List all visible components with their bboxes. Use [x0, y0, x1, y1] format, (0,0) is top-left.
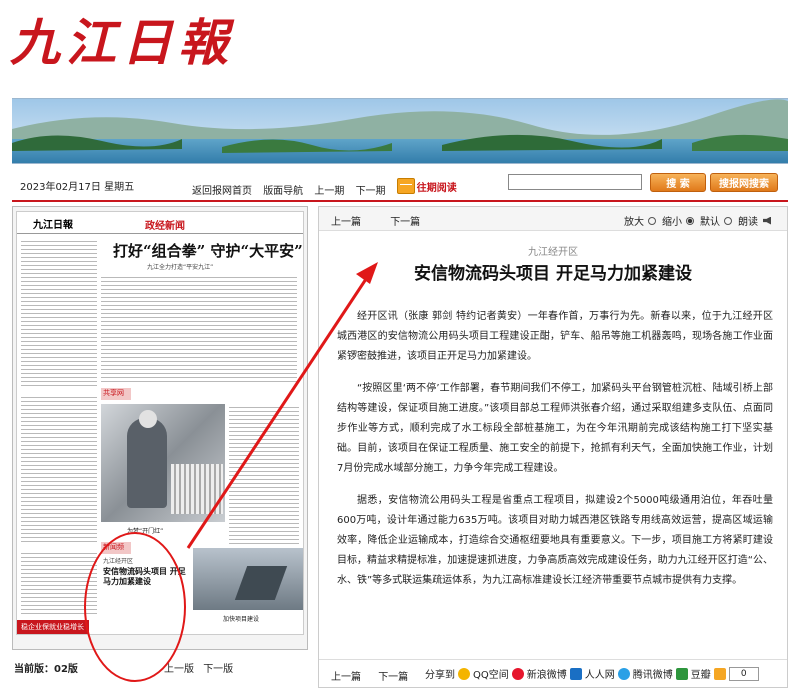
thumb-header: 九江日報 政经新闻	[17, 212, 303, 234]
prev-article-link[interactable]: 上一篇	[331, 217, 361, 228]
thumb-text-block[interactable]	[101, 274, 297, 382]
renren-icon[interactable]	[569, 667, 582, 680]
share-more-icon[interactable]	[713, 667, 726, 680]
article-panel: 上一篇 下一篇 放大 缩小 默认 朗读 九江经开区 安信物流码头项目 开足马力加…	[318, 206, 788, 688]
share-label: 分享到	[425, 670, 455, 681]
divider	[12, 200, 788, 202]
search-input[interactable]	[508, 174, 642, 190]
issue-date: 2023年02月17日 星期五	[20, 182, 135, 193]
default-size-label[interactable]: 默认	[700, 213, 720, 228]
article-paragraph: 据悉，安信物流公用码头工程是省重点工程项目，拟建设2个5000吨级通用泊位，年吞…	[337, 495, 773, 586]
past-reading-button[interactable]: 往期阅读	[396, 178, 457, 194]
share-renren[interactable]: 人人网	[585, 666, 615, 681]
current-page-indicator: 当前版：02版	[14, 660, 78, 675]
default-size-radio[interactable]	[724, 216, 732, 225]
prev-issue-link[interactable]: 上一期	[314, 186, 344, 197]
zoom-out-radio[interactable]	[686, 216, 694, 225]
home-link[interactable]: 返回报网首页	[192, 186, 252, 197]
share-count: 0	[728, 666, 759, 681]
layout-nav-link[interactable]: 版面导航	[263, 186, 303, 197]
banner-landscape-image	[12, 98, 788, 164]
zoom-in-label[interactable]: 放大	[624, 213, 644, 228]
article-footer: 上一篇 下一篇 分享到 QQ空间 新浪微博 人人网 腾讯微博 豆瓣 0	[319, 659, 787, 687]
calendar-icon	[396, 178, 415, 194]
share-bar: 分享到 QQ空间 新浪微博 人人网 腾讯微博 豆瓣 0	[425, 666, 759, 681]
tencent-weibo-icon[interactable]	[617, 667, 630, 680]
past-reading-label: 往期阅读	[416, 182, 457, 194]
crane-structure	[234, 566, 288, 600]
qzone-icon[interactable]	[458, 667, 470, 680]
page-nav: 上一版 下一版	[164, 660, 239, 675]
top-nav-links: 返回报网首页 版面导航 上一期 下一期 往期阅读	[192, 178, 465, 197]
prev-page-link[interactable]: 上一版	[164, 664, 194, 675]
thumb-text-block[interactable]	[21, 238, 97, 388]
read-aloud-label[interactable]: 朗读	[738, 213, 758, 228]
footer-article-nav: 上一篇 下一篇	[331, 668, 422, 683]
thumb-photo2-caption: 加快项目建设	[223, 616, 260, 623]
next-page-link[interactable]: 下一版	[203, 664, 233, 675]
thumb-photo-construction[interactable]	[193, 548, 303, 610]
article-headline: 安信物流码头项目 开足马力加紧建设	[414, 264, 692, 284]
article-nav: 上一篇 下一篇	[331, 213, 446, 228]
fiber-spools	[171, 464, 223, 514]
net-search-button[interactable]: 搜报网搜索	[710, 173, 778, 192]
thumb-text-block[interactable]	[229, 404, 299, 544]
thumb-section-title: 政经新闻	[145, 221, 185, 232]
speaker-icon[interactable]	[763, 216, 771, 225]
article-paragraph: “按照区里‘两不停’工作部署，春节期间我们不停工，加紧码头平台钢管桩沉桩、陆域引…	[337, 383, 773, 474]
thumb-text-block[interactable]	[21, 394, 97, 544]
thumb-paper-name: 九江日報	[33, 220, 73, 231]
zoom-in-radio[interactable]	[648, 216, 656, 225]
masthead: 九江日報	[10, 8, 310, 78]
thumb-photo-worker[interactable]	[101, 404, 225, 522]
article-toolbar: 上一篇 下一篇 放大 缩小 默认 朗读	[319, 207, 787, 231]
zoom-out-label[interactable]: 缩小	[662, 213, 682, 228]
share-weibo[interactable]: 新浪微博	[527, 666, 567, 681]
thumb-headline[interactable]: 打好“组合拳” 守护“大平安”	[113, 240, 303, 261]
current-page-value: 02版	[54, 664, 78, 675]
newspaper-logo: 九江日報	[10, 13, 234, 72]
next-issue-link[interactable]: 下一期	[356, 186, 386, 197]
worker-figure	[127, 418, 167, 508]
next-article-link[interactable]: 下一篇	[390, 217, 420, 228]
thumb-subheadline: 九江全力打造“平安九江”	[147, 264, 214, 271]
zoom-tools: 放大 缩小 默认 朗读	[624, 213, 773, 228]
worker-head	[139, 410, 157, 428]
douban-icon[interactable]	[675, 667, 688, 680]
thumb-bottom-banner: 稳企业保就业稳增长	[17, 620, 89, 634]
search-button[interactable]: 搜 索	[650, 173, 706, 192]
toolbar: 2023年02月17日 星期五 返回报网首页 版面导航 上一期 下一期 往期阅读…	[12, 170, 788, 198]
article-body: 经开区讯（张康 郭剑 特约记者黄安）一年春作首，万事行为先。新春以来，位于九江经…	[337, 307, 773, 603]
weibo-icon[interactable]	[511, 667, 524, 680]
share-qzone[interactable]: QQ空间	[473, 666, 509, 681]
share-douban[interactable]: 豆瓣	[691, 666, 711, 681]
article-kicker: 九江经开区	[528, 247, 578, 258]
share-tencent-weibo[interactable]: 腾讯微博	[633, 666, 673, 681]
footer-next-article-link[interactable]: 下一篇	[378, 672, 408, 683]
article-paragraph: 经开区讯（张康 郭剑 特约记者黄安）一年春作首，万事行为先。新春以来，位于九江经…	[337, 311, 773, 362]
thumb-section-label: 共享网	[101, 388, 131, 400]
current-page-label: 当前版：	[14, 664, 54, 675]
footer-prev-article-link[interactable]: 上一篇	[331, 672, 361, 683]
